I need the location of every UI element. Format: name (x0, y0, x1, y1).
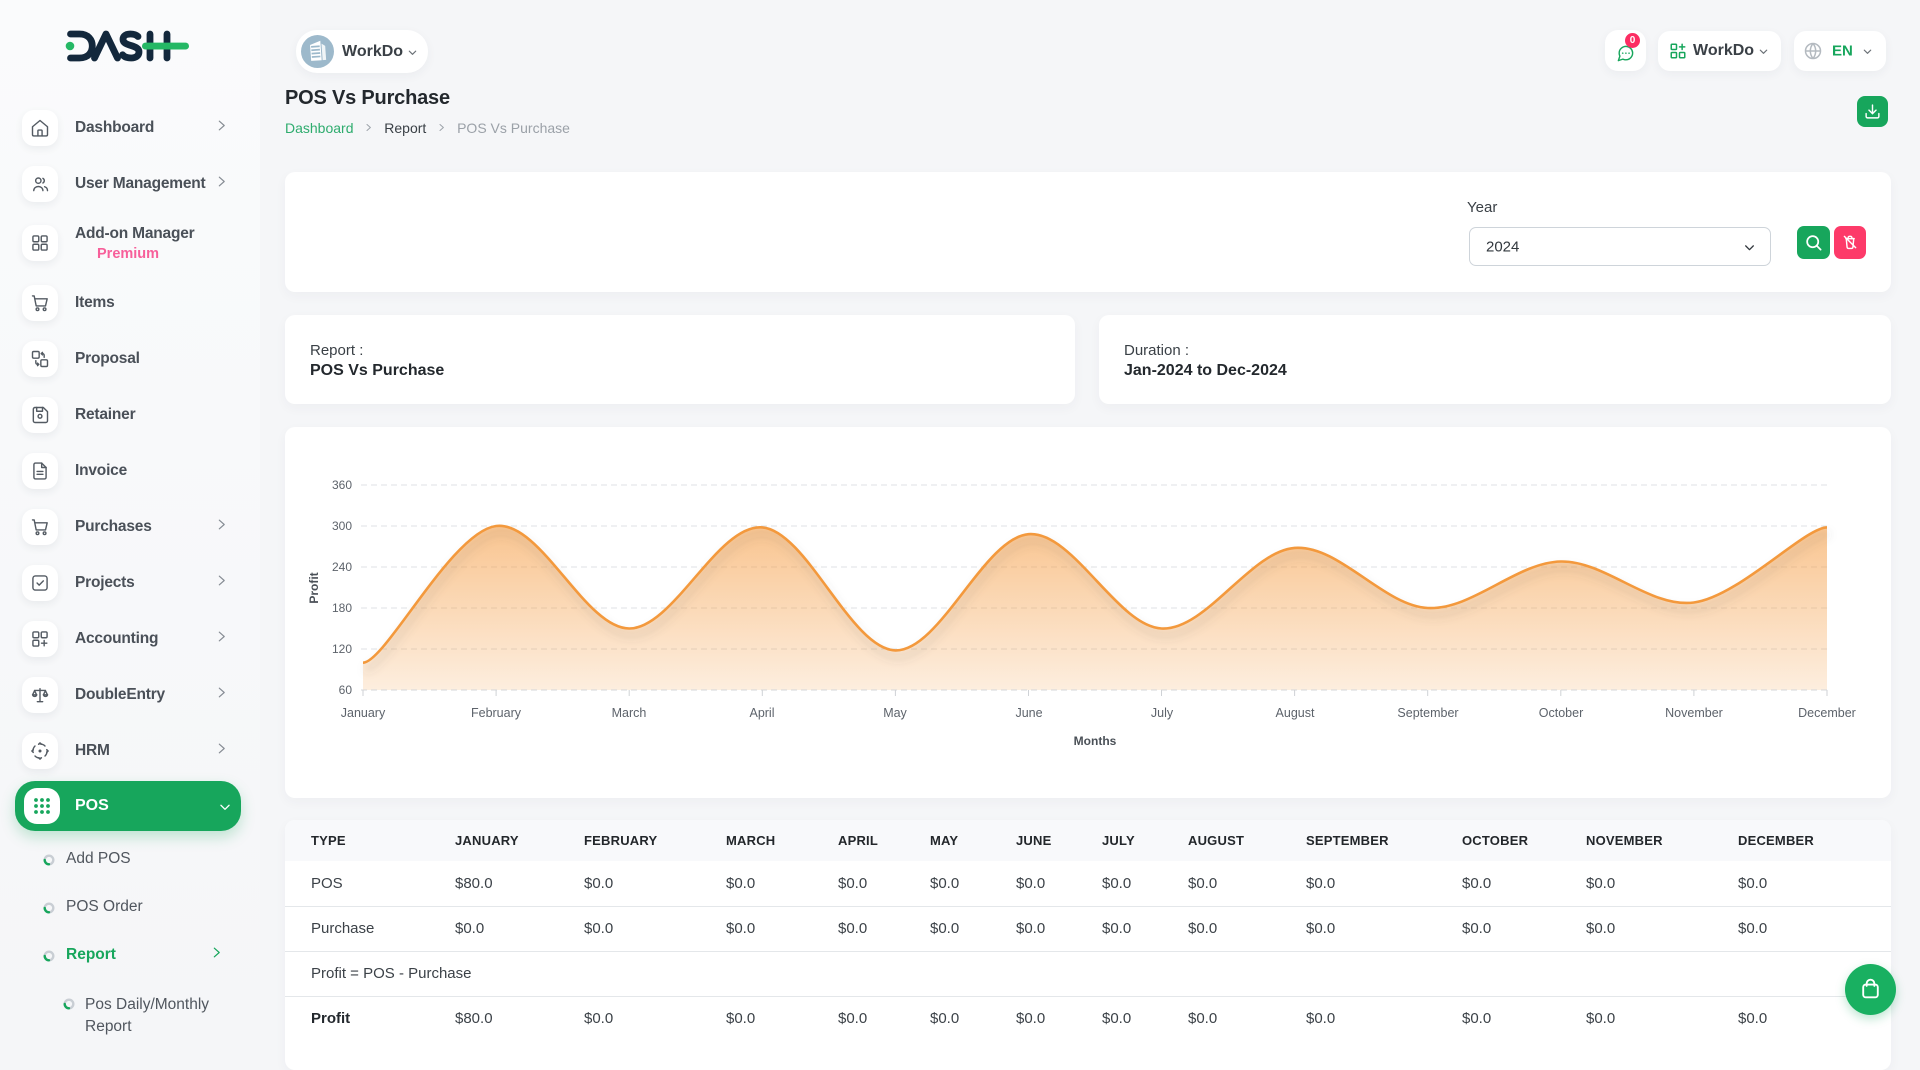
svg-text:November: November (1665, 706, 1723, 720)
svg-text:120: 120 (332, 642, 352, 656)
svg-text:180: 180 (332, 601, 352, 615)
svg-text:360: 360 (332, 478, 352, 492)
svg-text:March: March (612, 706, 647, 720)
svg-text:October: October (1539, 706, 1583, 720)
svg-text:September: September (1397, 706, 1458, 720)
svg-text:300: 300 (332, 519, 352, 533)
svg-text:August: August (1276, 706, 1315, 720)
svg-text:240: 240 (332, 560, 352, 574)
svg-text:February: February (471, 706, 522, 720)
svg-text:January: January (341, 706, 386, 720)
svg-text:60: 60 (339, 683, 353, 697)
svg-text:April: April (749, 706, 774, 720)
svg-text:May: May (883, 706, 907, 720)
svg-text:Months: Months (1074, 734, 1117, 748)
svg-text:July: July (1151, 706, 1174, 720)
svg-text:December: December (1798, 706, 1856, 720)
svg-text:June: June (1015, 706, 1042, 720)
svg-text:Profit: Profit (307, 572, 321, 603)
